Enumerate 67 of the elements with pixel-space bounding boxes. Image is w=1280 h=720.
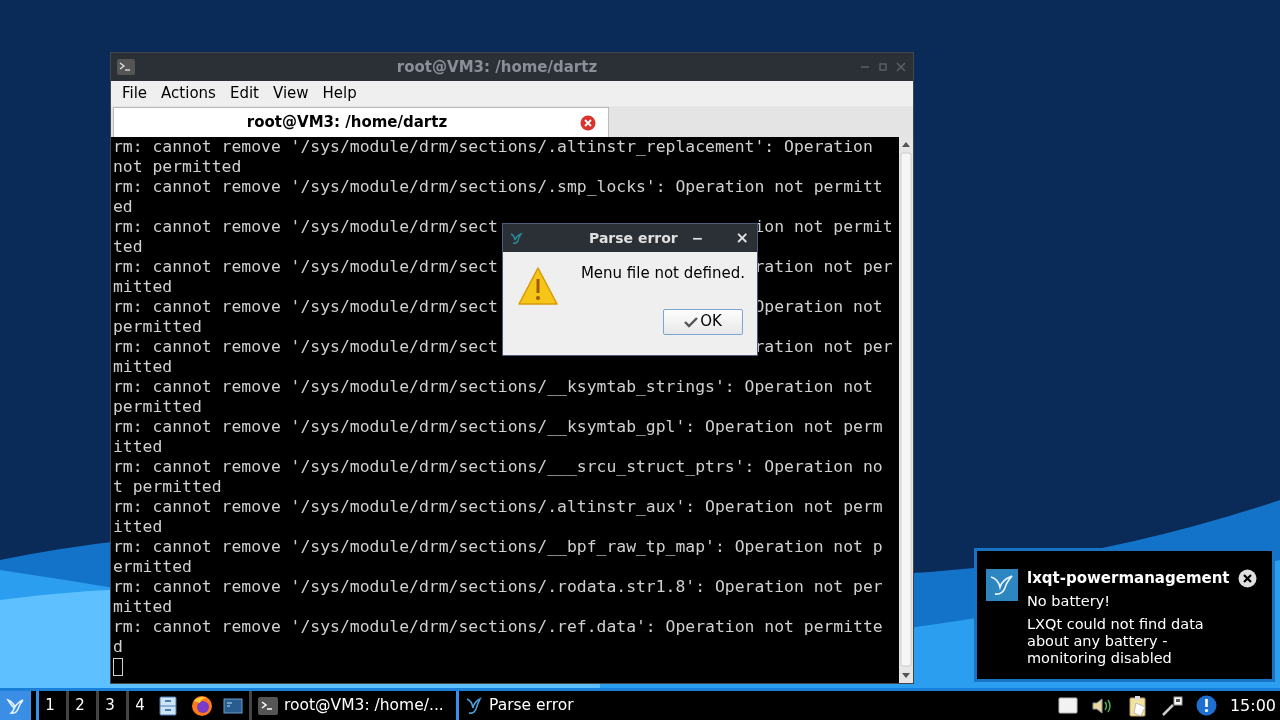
- terminal-line: rm: cannot remove '/sys/module/drm/sections/__ksymtab_strings': Operation not: [113, 377, 873, 397]
- terminal-line: mitted: [113, 357, 173, 377]
- terminal-line: rm: cannot remove '/sys/module/drm/sect: [113, 337, 498, 357]
- bird-icon: [465, 695, 483, 716]
- terminal-line: rm: cannot remove '/sys/module/drm/sections/.smp_locks': Operation not permitt: [113, 177, 883, 197]
- terminal-line: t permitted: [113, 477, 222, 497]
- desktop-switch[interactable]: 2: [66, 691, 91, 720]
- dialog-message: Menu file not defined.: [580, 263, 745, 284]
- terminal-line: rm: cannot remove '/sys/module/drm/sections/___srcu_struct_ptrs': Operation no: [113, 457, 883, 477]
- terminal-line: rm: cannot remove '/sys/module/drm/sections/__ksymtab_gpl': Operation not perm: [113, 417, 883, 437]
- text-cursor: [113, 658, 123, 676]
- terminal-line: not permitted: [113, 157, 242, 177]
- task-button[interactable]: Parse error: [456, 691, 580, 720]
- task-button[interactable]: root@VM3: /home/...: [249, 691, 450, 720]
- desktop-switch[interactable]: 3: [96, 691, 121, 720]
- terminal-icon: [258, 696, 278, 715]
- notification-body: LXQt could not find data about any battery - monitoring disabled: [1027, 616, 1205, 667]
- terminal-line: itted: [113, 517, 163, 537]
- ok-button[interactable]: OK: [663, 308, 743, 335]
- start-button[interactable]: [0, 691, 31, 720]
- terminal-line: rm: cannot remove '/sys/module/drm/sect: [113, 257, 498, 277]
- terminal-line: ermitted: [113, 557, 192, 577]
- menu-item[interactable]: File: [115, 82, 155, 105]
- terminal-line: mitted: [113, 277, 173, 297]
- minimize-button[interactable]: −: [691, 227, 704, 249]
- terminal-line: permitted: [113, 317, 202, 337]
- terminal-line: rm: cannot remove '/sys/module/drm/sections/.altinstr_aux': Operation not perm: [113, 497, 883, 517]
- terminal-line: ion not permit: [754, 217, 893, 237]
- menu-item[interactable]: Edit: [222, 82, 266, 105]
- info-icon[interactable]: [1195, 695, 1217, 716]
- network-icon[interactable]: [1160, 694, 1183, 717]
- desktop-switch[interactable]: 1: [36, 691, 61, 720]
- scrollbar[interactable]: [899, 137, 913, 683]
- file-cabinet-icon[interactable]: [159, 695, 177, 716]
- dialog-title: Parse error: [589, 228, 678, 248]
- terminal-line: rm: cannot remove '/sys/module/drm/sect: [113, 217, 498, 237]
- notification-title: lxqt-powermanagement: [1027, 569, 1230, 587]
- terminal-tab[interactable]: root@VM3: /home/dartz: [113, 107, 609, 137]
- firefox-icon[interactable]: [191, 694, 213, 717]
- terminal-line: rm: cannot remove '/sys/module/drm/sections/.altinstr_replacement': Operation: [113, 137, 873, 157]
- terminal-line: mitted: [113, 597, 173, 617]
- terminal-line: rm: cannot remove '/sys/module/drm/sections/.rodata.str1.8': Operation not per: [113, 577, 883, 597]
- warning-icon: [517, 266, 559, 306]
- terminal-icon: [117, 59, 135, 75]
- close-button[interactable]: ×: [735, 226, 749, 250]
- check-icon: [684, 315, 699, 328]
- terminal-line: permitted: [113, 397, 202, 417]
- menu-item[interactable]: View: [265, 82, 316, 105]
- notification-summary: No battery!: [1027, 592, 1112, 610]
- terminal-line: d: [113, 637, 123, 657]
- clock: 15:00: [1229, 694, 1276, 717]
- terminal-line: itted: [113, 437, 163, 457]
- terminal-line: ed: [113, 197, 133, 217]
- menu-item[interactable]: Actions: [154, 82, 223, 105]
- terminal-line: rm: cannot remove '/sys/module/drm/sections/__bpf_raw_tp_map': Operation not p: [113, 537, 883, 557]
- close-icon[interactable]: [1238, 569, 1257, 588]
- clipboard-icon[interactable]: [1127, 694, 1148, 717]
- drive-icon[interactable]: [1057, 697, 1078, 714]
- monitor-icon[interactable]: [223, 697, 243, 714]
- bird-icon: [509, 231, 523, 245]
- bird-icon: [986, 569, 1018, 601]
- menu-item[interactable]: Help: [315, 82, 364, 105]
- terminal-line: rm: cannot remove '/sys/module/drm/sections/.ref.data': Operation not permitte: [113, 617, 883, 637]
- window-title: root@VM3: /home/dartz: [396, 56, 598, 78]
- terminal-line: ted: [113, 237, 143, 257]
- desktop-switch[interactable]: 4: [126, 691, 151, 720]
- terminal-line: rm: cannot remove '/sys/module/drm/sect: [113, 297, 498, 317]
